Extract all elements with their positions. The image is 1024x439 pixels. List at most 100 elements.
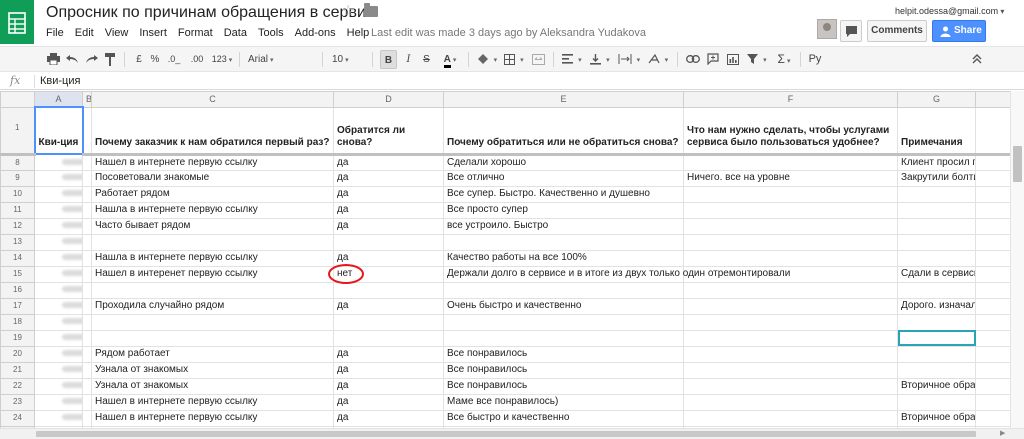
cell-a[interactable] bbox=[34, 345, 83, 363]
menu-tools[interactable]: Tools bbox=[258, 27, 284, 39]
header-cell-a[interactable]: Кви-ция bbox=[33, 106, 84, 155]
cell-b[interactable] bbox=[82, 281, 92, 299]
column-header-d[interactable]: D bbox=[333, 91, 444, 108]
cell-c[interactable]: Рядом работает bbox=[91, 345, 334, 363]
column-header-c[interactable]: C bbox=[91, 91, 334, 108]
row-number[interactable]: 19 bbox=[0, 329, 35, 347]
cell-g[interactable] bbox=[897, 233, 976, 251]
empty-cell[interactable] bbox=[975, 106, 1010, 156]
cell-b[interactable] bbox=[82, 169, 92, 187]
empty-cell[interactable] bbox=[975, 201, 1010, 219]
print-button[interactable] bbox=[44, 50, 62, 69]
text-color-dropdown[interactable]: A bbox=[437, 50, 463, 69]
cell-a[interactable] bbox=[34, 154, 83, 171]
empty-cell[interactable] bbox=[975, 361, 1010, 379]
header-cell-g[interactable]: Примечания bbox=[897, 106, 976, 156]
empty-cell[interactable] bbox=[975, 185, 1010, 203]
vertical-scrollbar[interactable] bbox=[1010, 91, 1024, 428]
row-number[interactable]: 8 bbox=[0, 154, 35, 171]
cell-d[interactable] bbox=[333, 313, 444, 331]
cell-d[interactable]: да bbox=[333, 217, 444, 235]
row-number[interactable]: 14 bbox=[0, 249, 35, 267]
cell-g[interactable]: Вторичное обращение bbox=[897, 409, 976, 427]
column-header-e[interactable]: E bbox=[443, 91, 684, 108]
cell-a[interactable] bbox=[34, 265, 83, 283]
cell-a[interactable] bbox=[34, 249, 83, 267]
redo-button[interactable] bbox=[82, 50, 100, 69]
functions-dropdown[interactable]: Σ bbox=[773, 50, 795, 69]
select-all-corner[interactable] bbox=[0, 91, 35, 108]
cell-c[interactable]: Часто бывает рядом bbox=[91, 217, 334, 235]
cell-f[interactable] bbox=[683, 361, 898, 379]
currency-button[interactable]: £ bbox=[132, 50, 146, 69]
cell-b[interactable] bbox=[82, 201, 92, 219]
cell-b[interactable] bbox=[82, 313, 92, 331]
cell-g[interactable] bbox=[897, 249, 976, 267]
account-email[interactable]: helpit.odessa@gmail.com bbox=[895, 6, 1004, 16]
cell-b[interactable] bbox=[82, 265, 92, 283]
cell-b[interactable] bbox=[82, 345, 92, 363]
cell-e[interactable]: Все отлично bbox=[443, 169, 684, 187]
sheets-logo[interactable] bbox=[0, 0, 34, 44]
menu-file[interactable]: File bbox=[46, 27, 64, 39]
vertical-align-dropdown[interactable] bbox=[588, 50, 612, 69]
cell-a[interactable] bbox=[34, 201, 83, 219]
cell-e[interactable] bbox=[443, 329, 684, 347]
cell-a[interactable] bbox=[34, 313, 83, 331]
cell-f[interactable] bbox=[683, 217, 898, 235]
menu-insert[interactable]: Insert bbox=[139, 27, 167, 39]
share-button[interactable]: Share bbox=[932, 20, 986, 42]
cell-b[interactable] bbox=[82, 233, 92, 251]
row-number[interactable]: 17 bbox=[0, 297, 35, 315]
cell-a[interactable] bbox=[34, 409, 83, 427]
cell-f[interactable] bbox=[683, 249, 898, 267]
column-header-f[interactable]: F bbox=[683, 91, 898, 108]
empty-cell[interactable] bbox=[975, 377, 1010, 395]
column-header-a[interactable]: A bbox=[34, 91, 83, 108]
cell-f[interactable]: Ничего. все на уровне bbox=[683, 169, 898, 187]
empty-cell[interactable] bbox=[975, 281, 1010, 299]
row-number[interactable]: 11 bbox=[0, 201, 35, 219]
scroll-right-icon[interactable]: ▶ bbox=[1000, 429, 1005, 437]
avatar[interactable] bbox=[817, 19, 837, 39]
row-number[interactable]: 12 bbox=[0, 217, 35, 235]
cell-a[interactable] bbox=[34, 281, 83, 299]
menu-view[interactable]: View bbox=[105, 27, 129, 39]
cell-f[interactable] bbox=[683, 377, 898, 395]
cell-g[interactable] bbox=[897, 185, 976, 203]
cell-f[interactable] bbox=[683, 345, 898, 363]
cell-a[interactable] bbox=[34, 169, 83, 187]
cell-e[interactable]: Все понравилось bbox=[443, 361, 684, 379]
cell-c[interactable]: Нашел в интернете первую ссылку bbox=[91, 393, 334, 411]
cell-c[interactable]: Нашла в интернете первую ссылку bbox=[91, 249, 334, 267]
cell-g[interactable] bbox=[897, 281, 976, 299]
cell-d[interactable]: да bbox=[333, 154, 444, 171]
column-header-g[interactable]: G bbox=[897, 91, 976, 108]
cell-e[interactable]: Все понравилось bbox=[443, 377, 684, 395]
row-number[interactable]: 18 bbox=[0, 313, 35, 331]
cell-a[interactable] bbox=[34, 393, 83, 411]
row-number[interactable]: 23 bbox=[0, 393, 35, 411]
cell-d[interactable]: да bbox=[333, 409, 444, 427]
strikethrough-button[interactable]: S bbox=[419, 50, 434, 69]
cell-e[interactable]: Сделали хорошо bbox=[443, 154, 684, 171]
empty-cell[interactable] bbox=[975, 409, 1010, 427]
empty-cell[interactable] bbox=[975, 313, 1010, 331]
cell-c[interactable]: Нашла в интернете первую ссылку bbox=[91, 201, 334, 219]
cell-f[interactable] bbox=[683, 297, 898, 315]
cell-c[interactable] bbox=[91, 329, 334, 347]
cell-a[interactable] bbox=[34, 233, 83, 251]
cell-b[interactable] bbox=[82, 249, 92, 267]
more-formats-dropdown[interactable]: 123 bbox=[209, 50, 235, 69]
folder-icon[interactable] bbox=[364, 3, 378, 17]
vertical-scroll-thumb[interactable] bbox=[1013, 146, 1022, 182]
empty-cell[interactable] bbox=[975, 345, 1010, 363]
cell-b[interactable] bbox=[82, 185, 92, 203]
cell-g[interactable] bbox=[897, 393, 976, 411]
header-cell-d[interactable]: Обратится ли снова? bbox=[333, 106, 444, 156]
cell-f[interactable] bbox=[683, 201, 898, 219]
cell-f[interactable] bbox=[683, 393, 898, 411]
cell-c[interactable]: Нашел в интеренет первую ссылку bbox=[91, 265, 334, 283]
header-cell-c[interactable]: Почему заказчик к нам обратился первый р… bbox=[91, 106, 334, 156]
cell-d[interactable]: да bbox=[333, 201, 444, 219]
